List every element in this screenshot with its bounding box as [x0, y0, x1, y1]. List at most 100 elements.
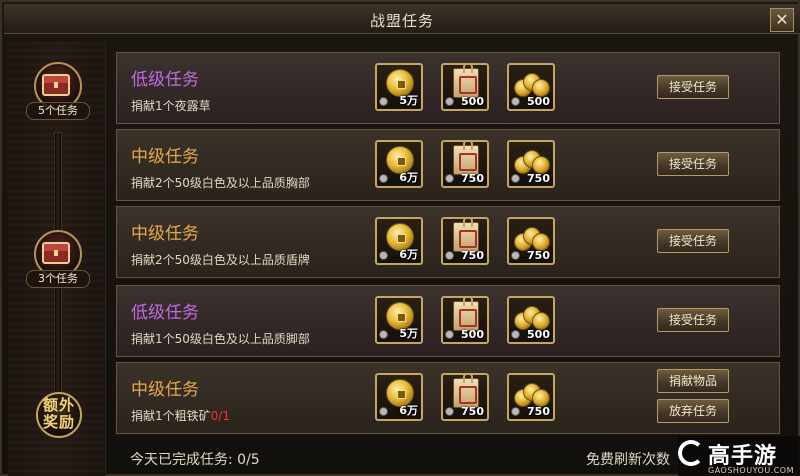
- reward-progress-rail: 5个任务 3个任务 额外奖励: [8, 42, 106, 476]
- reward-slot[interactable]: 750: [441, 217, 489, 265]
- accept-task-button[interactable]: 接受任务: [657, 75, 729, 99]
- reward-slot[interactable]: 6万: [375, 140, 423, 188]
- abandon-task-button[interactable]: 放弃任务: [657, 399, 729, 423]
- reward-quantity: 6万: [399, 248, 418, 261]
- chest-label: 5个任务: [26, 102, 90, 120]
- reward-quantity: 500: [461, 95, 484, 108]
- reward-slot[interactable]: 6万: [375, 373, 423, 421]
- treasure-chest-icon: [42, 74, 70, 96]
- reward-slot[interactable]: 750: [441, 373, 489, 421]
- reward-quantity: 750: [461, 172, 484, 185]
- task-row: 中级任务捐献2个50级白色及以上品质盾牌 6万 750 750 接受任务: [115, 205, 781, 279]
- silver-coin-icon: [379, 330, 388, 339]
- task-tier: 中级任务: [131, 224, 199, 244]
- reward-slot[interactable]: 750: [507, 140, 555, 188]
- coin-pile-icon: [514, 306, 550, 330]
- reward-slot[interactable]: 6万: [375, 217, 423, 265]
- donate-item-button[interactable]: 捐献物品: [657, 369, 729, 393]
- task-description-text: 捐献2个50级白色及以上品质胸部: [131, 176, 310, 190]
- silver-coin-icon: [445, 97, 454, 106]
- task-tier: 中级任务: [131, 380, 199, 400]
- coin-pile-icon: [514, 73, 550, 97]
- reward-quantity: 500: [527, 95, 550, 108]
- silver-coin-icon: [511, 407, 520, 416]
- silver-coin-icon: [445, 174, 454, 183]
- accept-task-button[interactable]: 接受任务: [657, 152, 729, 176]
- accept-task-button[interactable]: 接受任务: [657, 308, 729, 332]
- coin-pile-icon: [514, 150, 550, 174]
- task-tier: 低级任务: [131, 70, 199, 90]
- reward-slot[interactable]: 500: [441, 63, 489, 111]
- reward-quantity: 500: [461, 328, 484, 341]
- window-title: 战盟任务: [369, 12, 434, 30]
- task-row: 低级任务捐献1个夜露草 5万 500 500 接受任务: [115, 51, 781, 125]
- silver-coin-icon: [445, 407, 454, 416]
- silver-coin-icon: [379, 407, 388, 416]
- task-description-text: 捐献1个夜露草: [131, 99, 211, 113]
- reward-quantity: 6万: [399, 171, 418, 184]
- reward-quantity: 5万: [399, 327, 418, 340]
- reward-quantity: 5万: [399, 94, 418, 107]
- treasure-chest-icon: [42, 242, 70, 264]
- reward-slot[interactable]: 500: [507, 296, 555, 344]
- coin-pile-icon: [514, 383, 550, 407]
- silver-coin-icon: [379, 251, 388, 260]
- watermark-logo: 高手游 GAOSHOUYOU.COM: [678, 436, 800, 476]
- task-description-text: 捐献1个50级白色及以上品质脚部: [131, 332, 310, 346]
- reward-quantity: 750: [527, 172, 550, 185]
- task-description: 捐献1个50级白色及以上品质脚部: [131, 330, 310, 347]
- reward-quantity: 750: [527, 405, 550, 418]
- bonus-reward-label: 额外奖励: [42, 396, 75, 431]
- task-description: 捐献1个粗铁矿0/1: [131, 407, 230, 424]
- silver-coin-icon: [511, 251, 520, 260]
- completed-count: 今天已完成任务: 0/5: [130, 452, 260, 468]
- reward-slot[interactable]: 750: [507, 373, 555, 421]
- reward-quantity: 750: [527, 249, 550, 262]
- task-tier: 中级任务: [131, 147, 199, 167]
- bonus-reward-button[interactable]: 额外奖励: [36, 392, 82, 438]
- guild-token-icon: [453, 296, 479, 331]
- chest-reward-5-tasks[interactable]: 5个任务: [26, 62, 90, 122]
- silver-coin-icon: [511, 330, 520, 339]
- brand-logo-icon: [678, 440, 704, 466]
- guild-token-icon: [453, 217, 479, 252]
- watermark-domain: GAOSHOUYOU.COM: [708, 466, 795, 475]
- task-tier: 低级任务: [131, 303, 199, 323]
- reward-slot[interactable]: 5万: [375, 63, 423, 111]
- task-description: 捐献1个夜露草: [131, 97, 211, 114]
- reward-quantity: 6万: [399, 404, 418, 417]
- reward-slot[interactable]: 500: [507, 63, 555, 111]
- free-refresh-count: 免费刷新次数: [586, 452, 670, 468]
- reward-slot[interactable]: 750: [441, 140, 489, 188]
- silver-coin-icon: [511, 174, 520, 183]
- guild-token-icon: [453, 63, 479, 98]
- task-description-text: 捐献1个粗铁矿: [131, 409, 211, 423]
- task-row: 低级任务捐献1个50级白色及以上品质脚部 5万 500 500 接受任务: [115, 284, 781, 358]
- guild-token-icon: [453, 373, 479, 408]
- silver-coin-icon: [511, 97, 520, 106]
- title-bar: 战盟任务 ✕: [4, 4, 800, 34]
- task-row: 中级任务捐献1个粗铁矿0/1 6万 750 750 捐献物品放弃任务: [115, 361, 781, 435]
- task-progress: 0/1: [210, 409, 230, 423]
- guild-token-icon: [453, 140, 479, 175]
- accept-task-button[interactable]: 接受任务: [657, 229, 729, 253]
- silver-coin-icon: [379, 174, 388, 183]
- reward-quantity: 500: [527, 328, 550, 341]
- silver-coin-icon: [379, 97, 388, 106]
- chest-label: 3个任务: [26, 270, 90, 288]
- reward-quantity: 750: [461, 405, 484, 418]
- coin-pile-icon: [514, 227, 550, 251]
- reward-slot[interactable]: 500: [441, 296, 489, 344]
- silver-coin-icon: [445, 251, 454, 260]
- reward-slot[interactable]: 750: [507, 217, 555, 265]
- task-description-text: 捐献2个50级白色及以上品质盾牌: [131, 253, 310, 267]
- task-row: 中级任务捐献2个50级白色及以上品质胸部 6万 750 750 接受任务: [115, 128, 781, 202]
- chest-reward-3-tasks[interactable]: 3个任务: [26, 230, 90, 290]
- guild-task-window: 战盟任务 ✕ 5个任务 3个任务 额外奖励 低级任务 捐献1个夜露草 5万 500 50…: [0, 0, 800, 476]
- silver-coin-icon: [445, 330, 454, 339]
- close-button[interactable]: ✕: [770, 8, 794, 32]
- task-description: 捐献2个50级白色及以上品质胸部: [131, 174, 310, 191]
- reward-quantity: 750: [461, 249, 484, 262]
- task-description: 捐献2个50级白色及以上品质盾牌: [131, 251, 310, 268]
- reward-slot[interactable]: 5万: [375, 296, 423, 344]
